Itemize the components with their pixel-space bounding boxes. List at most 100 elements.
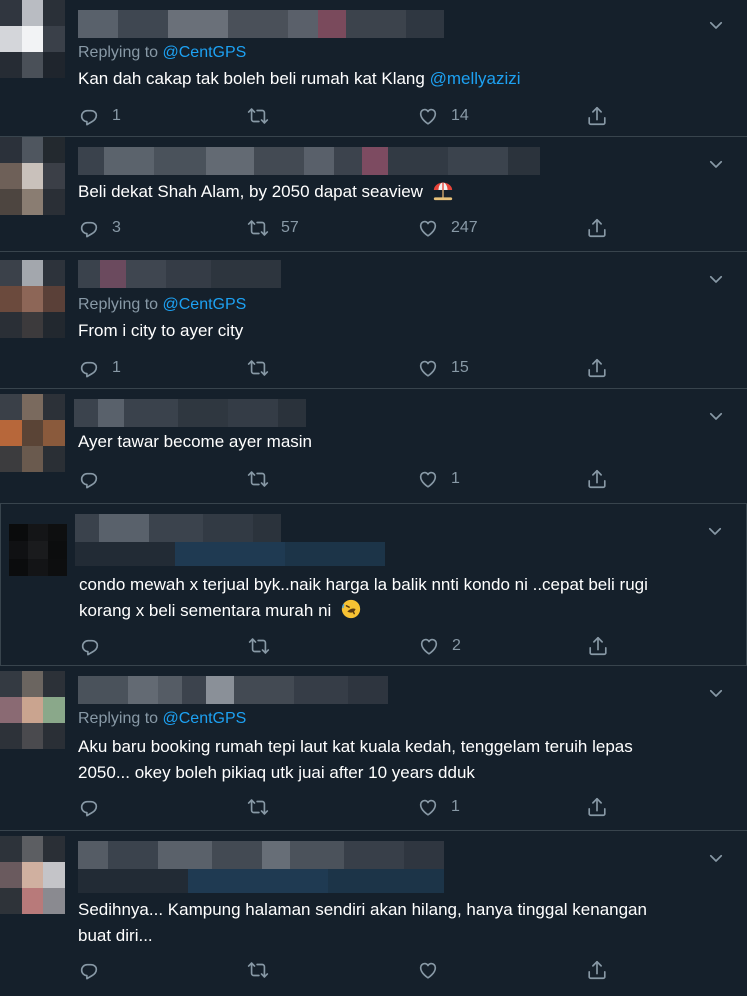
replying-prefix: Replying to <box>78 710 159 727</box>
tweet-text-content: Beli dekat Shah Alam, by 2050 dapat seav… <box>78 182 423 201</box>
reply-button[interactable]: 3 <box>78 215 121 241</box>
like-count: 1 <box>451 798 460 815</box>
like-icon <box>417 959 439 981</box>
share-button[interactable] <box>586 466 620 492</box>
share-button[interactable] <box>586 794 620 820</box>
tweet-actions: 1 14 <box>78 103 638 129</box>
replying-prefix: Replying to <box>78 296 159 313</box>
tweet-actions: 2 <box>79 633 639 659</box>
tweet-text-content: From i city to ayer city <box>78 321 244 340</box>
reply-button[interactable]: 1 <box>78 103 121 129</box>
avatar[interactable] <box>0 0 65 78</box>
like-icon <box>417 357 439 379</box>
share-button[interactable] <box>587 633 621 659</box>
like-button[interactable]: 2 <box>418 633 461 659</box>
replying-handle-link[interactable]: @CentGPS <box>163 710 247 727</box>
avatar[interactable] <box>0 836 65 914</box>
avatar[interactable] <box>9 524 67 576</box>
share-button[interactable] <box>586 103 620 129</box>
reply-button[interactable] <box>78 466 112 492</box>
chevron-down-icon[interactable] <box>707 155 725 173</box>
chevron-down-icon[interactable] <box>707 16 725 34</box>
reply-icon <box>78 468 100 490</box>
reply-icon <box>78 357 100 379</box>
share-button[interactable] <box>586 215 620 241</box>
tweet[interactable]: Beli dekat Shah Alam, by 2050 dapat seav… <box>0 137 747 252</box>
retweet-button[interactable] <box>247 957 281 983</box>
retweet-icon <box>247 357 269 379</box>
author-name-blurred[interactable] <box>78 676 388 704</box>
retweet-icon <box>247 217 269 239</box>
avatar[interactable] <box>0 671 65 749</box>
replying-handle-link[interactable]: @CentGPS <box>163 296 247 313</box>
tweet[interactable]: Replying to @CentGPS From i city to ayer… <box>0 252 747 389</box>
reply-count: 3 <box>112 219 121 236</box>
like-button[interactable]: 1 <box>417 794 460 820</box>
reply-count: 1 <box>112 359 121 376</box>
tweet-actions <box>78 957 638 983</box>
like-icon <box>417 105 439 127</box>
author-name-blurred[interactable] <box>78 841 444 869</box>
tweet-actions: 1 <box>78 466 638 492</box>
chevron-down-icon[interactable] <box>706 522 724 540</box>
like-icon <box>417 796 439 818</box>
handle-blurred[interactable] <box>75 542 385 566</box>
share-icon <box>586 217 608 239</box>
reply-button[interactable]: 1 <box>78 355 121 381</box>
retweet-button[interactable] <box>247 794 281 820</box>
tweet-text: Sedihnya... Kampung halaman sendiri akan… <box>78 897 647 949</box>
tweet-text-content: Ayer tawar become ayer masin <box>78 432 313 451</box>
like-button[interactable]: 1 <box>417 466 460 492</box>
tweet[interactable]: condo mewah x terjual byk..naik harga la… <box>0 504 747 666</box>
tweet-text-content: Kan dah cakap tak boleh beli rumah kat K… <box>78 69 425 88</box>
retweet-button[interactable] <box>248 633 282 659</box>
tweet[interactable]: Replying to @CentGPS Kan dah cakap tak b… <box>0 0 747 137</box>
share-icon <box>586 796 608 818</box>
retweet-button[interactable] <box>247 355 281 381</box>
retweet-icon <box>247 468 269 490</box>
reply-button[interactable] <box>78 794 112 820</box>
like-button[interactable]: 247 <box>417 215 478 241</box>
like-button[interactable] <box>417 957 451 983</box>
retweet-button[interactable]: 57 <box>247 215 299 241</box>
mention-link[interactable]: @mellyazizi <box>430 69 521 88</box>
tweet-text: Beli dekat Shah Alam, by 2050 dapat seav… <box>78 179 454 205</box>
retweet-count: 57 <box>281 219 299 236</box>
reply-icon <box>78 959 100 981</box>
like-button[interactable]: 15 <box>417 355 469 381</box>
author-name-blurred[interactable] <box>78 147 540 175</box>
avatar[interactable] <box>0 260 65 338</box>
share-button[interactable] <box>586 957 620 983</box>
like-icon <box>417 468 439 490</box>
tweet-text-line: buat diri... <box>78 926 153 945</box>
tweet[interactable]: Replying to @CentGPS Aku baru booking ru… <box>0 666 747 831</box>
reply-button[interactable] <box>79 633 113 659</box>
tweet-actions: 3 57 247 <box>78 215 638 241</box>
avatar[interactable] <box>0 137 65 215</box>
tweet-text: From i city to ayer city <box>78 318 243 344</box>
avatar[interactable] <box>0 394 65 472</box>
tweet[interactable]: Sedihnya... Kampung halaman sendiri akan… <box>0 831 747 996</box>
retweet-button[interactable] <box>247 103 281 129</box>
author-name-blurred[interactable] <box>75 514 281 542</box>
rolling-laughing-icon <box>341 599 361 619</box>
handle-blurred[interactable] <box>78 869 444 893</box>
reply-icon <box>78 796 100 818</box>
author-name-blurred[interactable] <box>78 10 444 38</box>
tweet-text: Aku baru booking rumah tepi laut kat kua… <box>78 734 633 786</box>
beach-umbrella-icon <box>433 182 452 201</box>
tweet[interactable]: Ayer tawar become ayer masin 1 <box>0 389 747 504</box>
chevron-down-icon[interactable] <box>707 684 725 702</box>
retweet-button[interactable] <box>247 466 281 492</box>
chevron-down-icon[interactable] <box>707 407 725 425</box>
like-button[interactable]: 14 <box>417 103 469 129</box>
chevron-down-icon[interactable] <box>707 270 725 288</box>
reply-button[interactable] <box>78 957 112 983</box>
tweet-text-line: Sedihnya... Kampung halaman sendiri akan… <box>78 900 647 919</box>
author-name-blurred[interactable] <box>74 399 306 427</box>
chevron-down-icon[interactable] <box>707 849 725 867</box>
share-button[interactable] <box>586 355 620 381</box>
author-name-blurred[interactable] <box>78 260 281 288</box>
replying-handle-link[interactable]: @CentGPS <box>163 44 247 61</box>
tweet-actions: 1 <box>78 794 638 820</box>
